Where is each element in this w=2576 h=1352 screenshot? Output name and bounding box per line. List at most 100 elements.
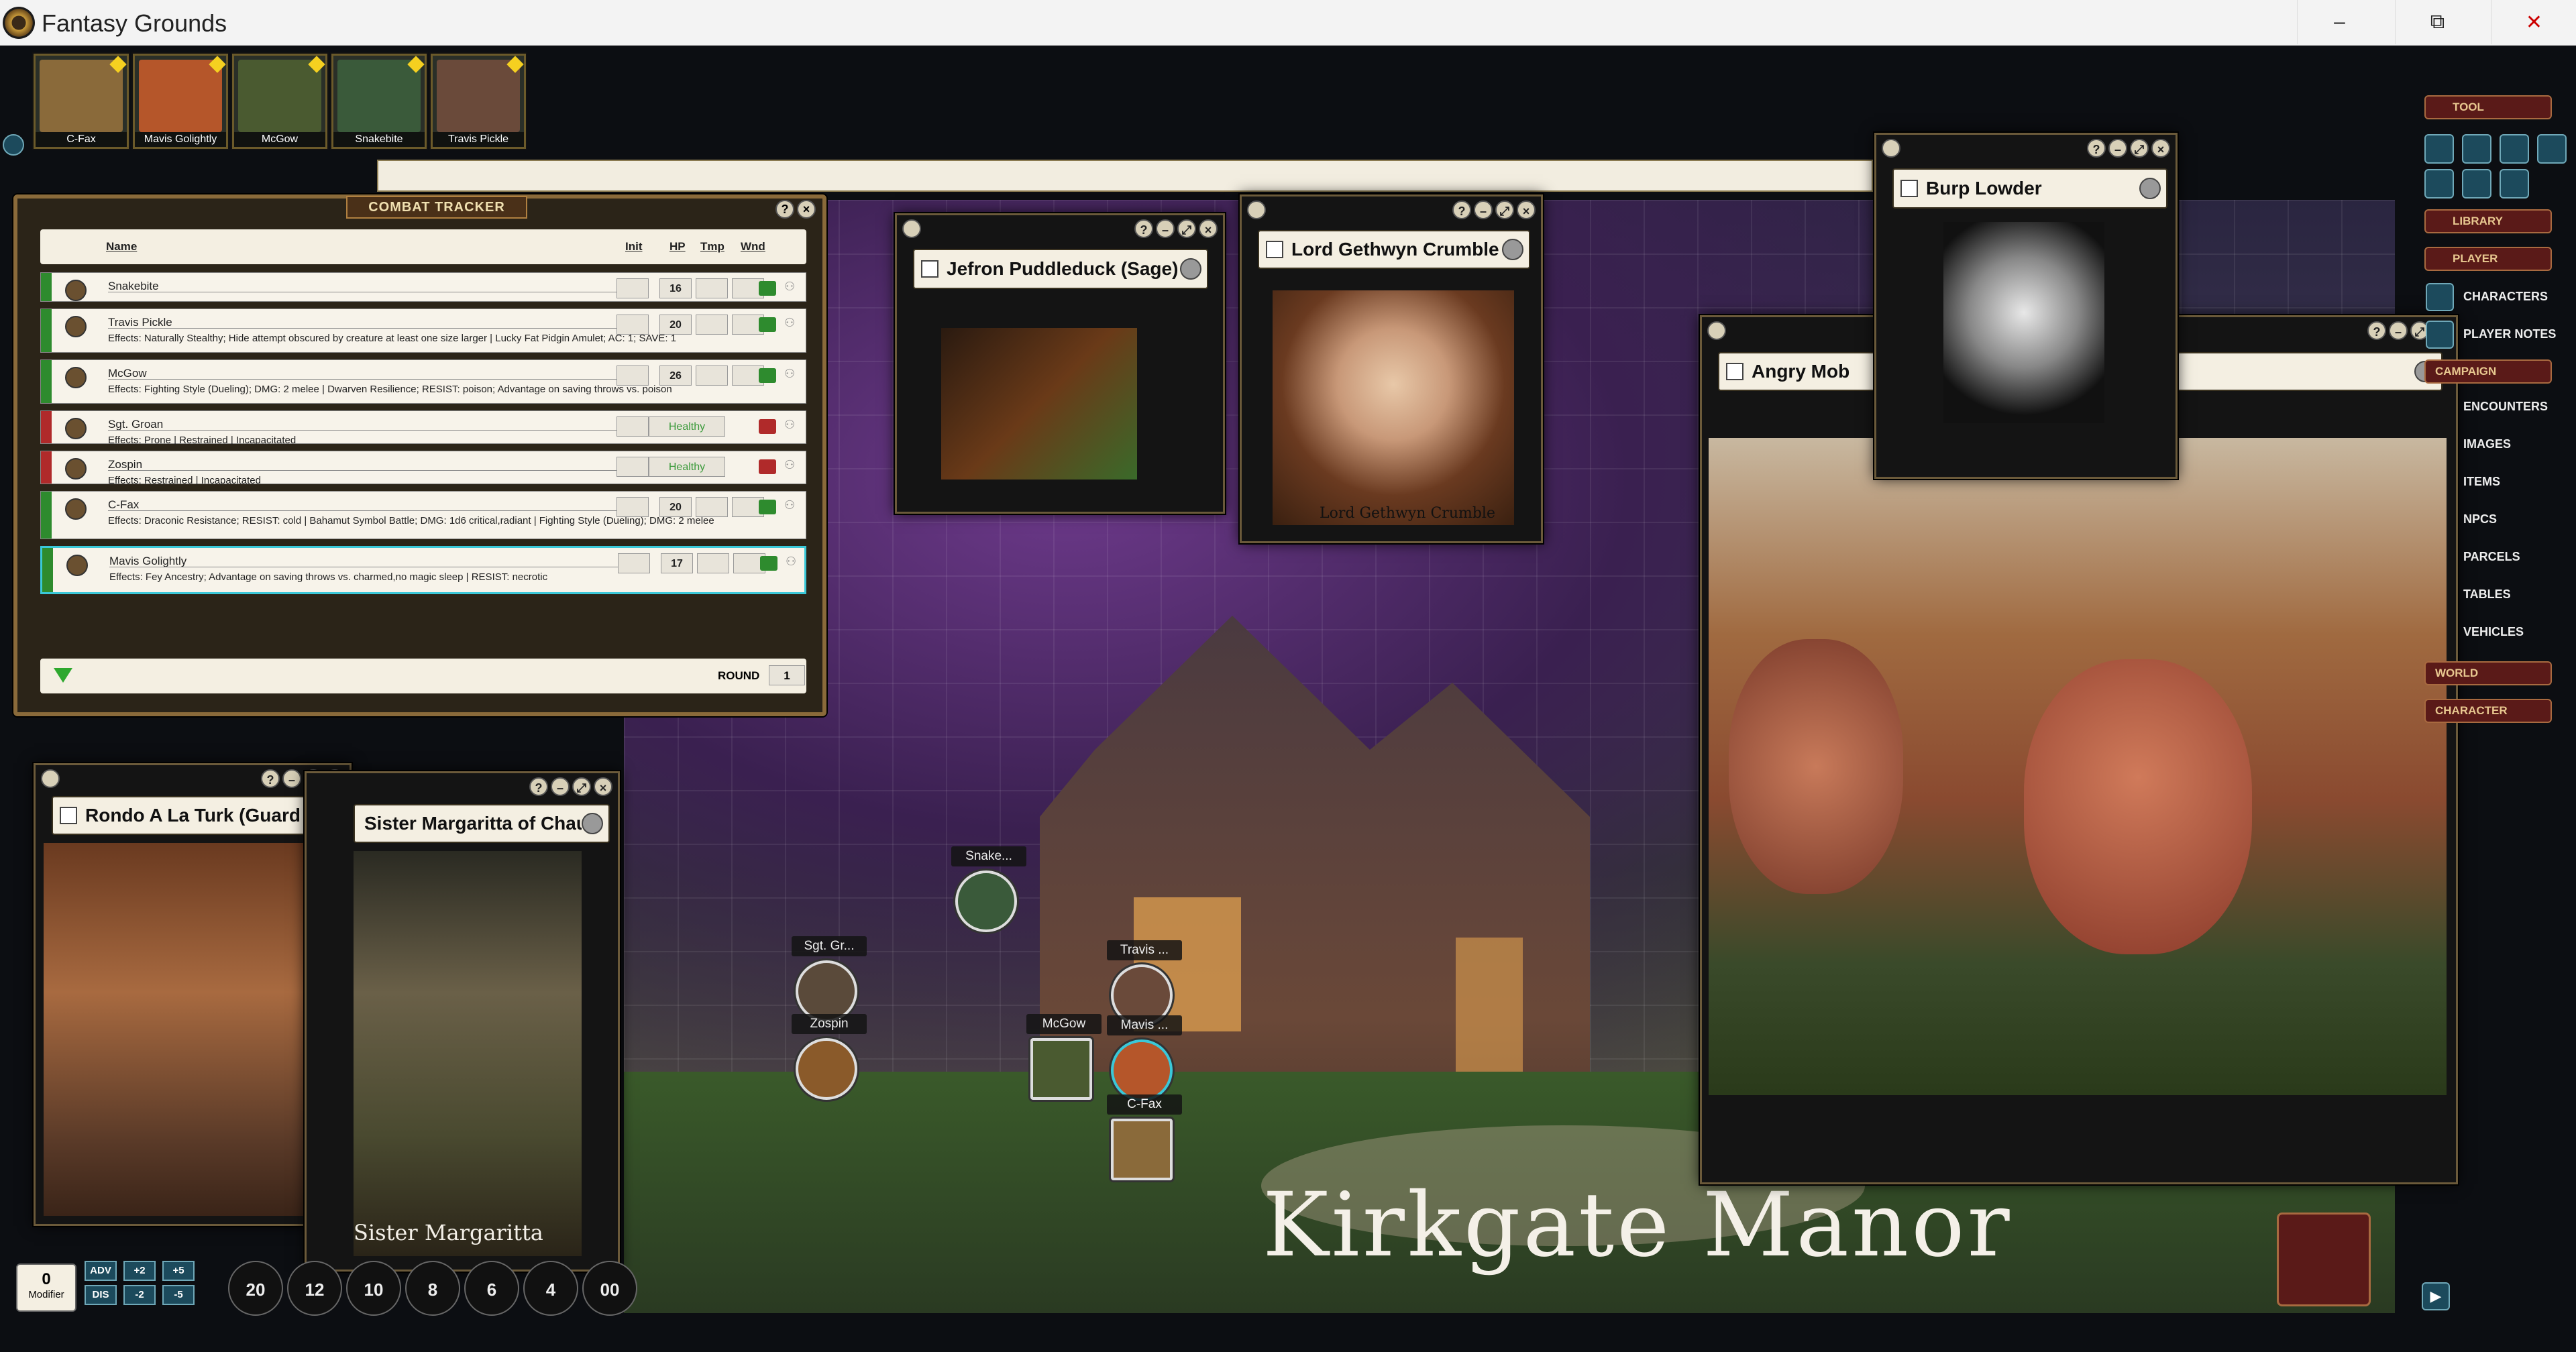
people-icon[interactable]: ⚇ — [786, 555, 800, 572]
minimize-icon[interactable]: – — [282, 769, 301, 788]
combat-row[interactable]: Snakebite 16 ⚇ — [40, 272, 806, 302]
minimize-icon[interactable]: – — [551, 777, 570, 796]
tool-tab[interactable]: TOOL — [2424, 95, 2552, 119]
lock-icon[interactable] — [1707, 321, 1726, 340]
tmp-field[interactable] — [696, 278, 728, 298]
close-icon[interactable]: × — [2151, 139, 2170, 158]
help-icon[interactable]: ? — [1134, 219, 1153, 238]
world-tab[interactable]: WORLD — [2424, 661, 2552, 685]
close-icon[interactable]: × — [1199, 219, 1218, 238]
party-portrait-mavis[interactable]: Mavis Golightly — [133, 54, 228, 149]
combatant-name[interactable]: Mavis Golightly — [109, 555, 186, 568]
map-token-zospin[interactable]: Zospin — [792, 1014, 867, 1100]
minimize-button[interactable]: – — [2297, 0, 2381, 44]
close-icon[interactable]: × — [1517, 201, 1536, 219]
resize-icon[interactable]: ⤢ — [2130, 139, 2149, 158]
user-icon[interactable] — [2462, 169, 2491, 199]
combatant-name[interactable]: C-Fax — [108, 498, 139, 512]
menu-icon[interactable] — [1502, 239, 1523, 260]
minimize-icon[interactable]: – — [1156, 219, 1175, 238]
party-portrait-travis[interactable]: Travis Pickle — [431, 54, 526, 149]
restore-button[interactable]: ⧉ — [2395, 0, 2479, 44]
round-value[interactable]: 1 — [769, 665, 805, 685]
people-icon[interactable]: ⚇ — [784, 367, 799, 384]
gear-icon[interactable] — [2537, 134, 2567, 164]
people-icon[interactable]: ⚇ — [784, 418, 799, 435]
faction-toggle-icon[interactable] — [759, 317, 776, 332]
npcs-button[interactable]: NPCS — [2424, 502, 2572, 539]
minus5-button[interactable]: -5 — [162, 1285, 195, 1305]
hp-field[interactable]: 26 — [659, 365, 692, 386]
parcels-button[interactable]: PARCELS — [2424, 539, 2572, 577]
encounters-button[interactable]: ENCOUNTERS — [2424, 389, 2572, 427]
faction-toggle-icon[interactable] — [759, 459, 776, 474]
menu-icon[interactable] — [1180, 258, 1201, 280]
tower-icon[interactable] — [2277, 1213, 2371, 1306]
chat-input[interactable] — [377, 160, 1873, 192]
hp-field[interactable]: 20 — [659, 497, 692, 517]
faction-toggle-icon[interactable] — [759, 419, 776, 434]
items-button[interactable]: ITEMS — [2424, 464, 2572, 502]
d4-die[interactable]: 4 — [523, 1261, 578, 1316]
resize-icon[interactable]: ⤢ — [572, 777, 591, 796]
init-field[interactable] — [616, 416, 649, 437]
map-token-mcgow[interactable]: McGow — [1026, 1014, 1102, 1100]
help-icon[interactable]: ? — [529, 777, 548, 796]
expand-down-icon[interactable] — [54, 668, 72, 683]
init-field[interactable] — [616, 278, 649, 298]
combat-row[interactable]: Sgt. Groan Effects: Prone | Restrained | … — [40, 410, 806, 446]
lock-icon[interactable] — [1247, 201, 1266, 219]
faction-toggle-icon[interactable] — [759, 368, 776, 383]
adv-button[interactable]: ADV — [85, 1261, 117, 1281]
record-icon[interactable] — [1900, 180, 1918, 197]
map-token-cfax[interactable]: C-Fax — [1107, 1094, 1182, 1180]
cog-icon[interactable] — [2500, 169, 2529, 199]
minimize-icon[interactable]: – — [1474, 201, 1493, 219]
play-icon[interactable]: ▶ — [2422, 1282, 2450, 1310]
menu-icon[interactable] — [2139, 178, 2161, 199]
init-field[interactable] — [616, 457, 649, 477]
d6-die[interactable]: 6 — [464, 1261, 519, 1316]
combat-row[interactable]: Mavis Golightly Effects: Fey Ancestry; Ad… — [40, 546, 806, 594]
lock-icon[interactable] — [1882, 139, 1900, 158]
combatant-name[interactable]: Sgt. Groan — [108, 418, 163, 431]
help-icon[interactable]: ? — [2367, 321, 2386, 340]
tmp-field[interactable] — [696, 497, 728, 517]
record-icon[interactable] — [1726, 363, 1743, 380]
party-icon[interactable] — [2462, 134, 2491, 164]
combatant-name[interactable]: McGow — [108, 367, 147, 380]
record-icon[interactable] — [60, 807, 77, 824]
campaign-tab[interactable]: CAMPAIGN — [2424, 359, 2552, 384]
d100-die[interactable]: 00 — [582, 1261, 637, 1316]
help-icon[interactable]: ? — [2087, 139, 2106, 158]
plus5-button[interactable]: +5 — [162, 1261, 195, 1281]
tmp-field[interactable] — [697, 553, 729, 573]
lock-icon[interactable] — [902, 219, 921, 238]
combatant-name[interactable]: Zospin — [108, 458, 142, 471]
people-icon[interactable]: ⚇ — [784, 280, 799, 297]
minus2-button[interactable]: -2 — [123, 1285, 156, 1305]
people-icon[interactable]: ⚇ — [784, 498, 799, 516]
tmp-field[interactable] — [696, 365, 728, 386]
map-token-mavis[interactable]: Mavis ... — [1107, 1015, 1182, 1101]
characters-button[interactable]: CHARACTERS — [2424, 279, 2572, 313]
faction-toggle-icon[interactable] — [759, 281, 776, 296]
faction-toggle-icon[interactable] — [759, 500, 776, 514]
combat-row[interactable]: Travis Pickle Effects: Naturally Stealthy… — [40, 308, 806, 353]
player-notes-button[interactable]: PLAYER NOTES — [2424, 317, 2572, 350]
modifier-box[interactable]: 0 Modifier — [16, 1263, 76, 1312]
combat-row[interactable]: C-Fax Effects: Draconic Resistance; RESIS… — [40, 491, 806, 539]
party-portrait-cfax[interactable]: C-Fax — [34, 54, 129, 149]
d10-die[interactable]: 10 — [346, 1261, 401, 1316]
plus2-button[interactable]: +2 — [123, 1261, 156, 1281]
d12-die[interactable]: 12 — [287, 1261, 342, 1316]
init-field[interactable] — [616, 315, 649, 335]
menu-icon[interactable] — [582, 813, 603, 834]
lock-icon[interactable] — [3, 134, 24, 156]
help-icon[interactable]: ? — [1452, 201, 1471, 219]
people-icon[interactable]: ⚇ — [784, 458, 799, 475]
combatant-name[interactable]: Snakebite — [108, 280, 159, 293]
d20-die[interactable]: 20 — [228, 1261, 283, 1316]
hp-field[interactable]: 17 — [661, 553, 693, 573]
d8-die[interactable]: 8 — [405, 1261, 460, 1316]
